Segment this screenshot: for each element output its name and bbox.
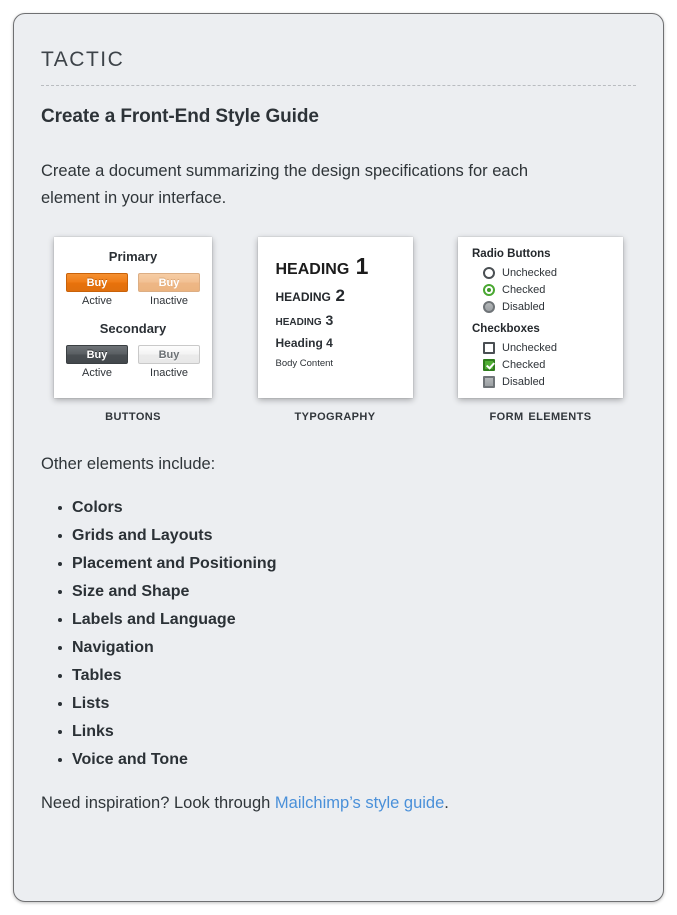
form-group-spacer: [472, 315, 623, 323]
radio-checked-icon[interactable]: [483, 283, 495, 296]
radio-row-checked[interactable]: Checked: [472, 281, 623, 298]
card-typography-wrapper: Heading 1 Heading 2 Heading 3 Heading 4 …: [257, 237, 413, 425]
button-group-spacer: [64, 307, 202, 321]
checkbox-row-unchecked[interactable]: Unchecked: [472, 339, 623, 356]
intro-paragraph: Create a document summarizing the design…: [41, 162, 528, 207]
type-sample-heading-4: Heading 4: [275, 336, 333, 351]
primary-group-title: Primary: [108, 249, 158, 265]
checkbox-row-disabled: Disabled: [472, 373, 623, 390]
eyebrow-title: Tactic: [41, 40, 125, 73]
radio-checked-label: Checked: [502, 283, 546, 296]
checkbox-disabled-label: Disabled: [502, 375, 545, 388]
mailchimp-style-guide-link[interactable]: Mailchimp’s style guide: [275, 794, 444, 812]
primary-active-cell: Buy Active: [66, 273, 128, 307]
secondary-active-buy-button[interactable]: Buy: [66, 345, 128, 365]
primary-active-state-label: Active: [82, 295, 112, 308]
page-title: Create a Front-End Style Guide: [41, 106, 319, 127]
checkbox-disabled-icon: [483, 375, 495, 388]
checkbox-checked-label: Checked: [502, 358, 546, 371]
radio-unchecked-icon[interactable]: [483, 266, 495, 279]
primary-inactive-cell: Buy Inactive: [138, 273, 200, 307]
list-item: Grids and Layouts: [58, 528, 636, 544]
checkbox-group-title: Checkboxes: [472, 323, 540, 336]
list-item: Links: [58, 724, 636, 740]
type-sample-heading-2: Heading 2: [275, 285, 346, 305]
card-caption-form-elements: Form Elements: [489, 407, 592, 425]
other-elements-list: Colors Grids and Layouts Placement and P…: [41, 500, 636, 768]
card-buttons: Primary Buy Active Buy Inactive Secondar…: [54, 237, 212, 399]
footer-note: Need inspiration? Look through Mailchimp…: [41, 794, 636, 813]
radio-unchecked-label: Unchecked: [502, 266, 558, 279]
card-form-wrapper: Radio Buttons Unchecked Checked Disabled: [458, 237, 623, 425]
list-item: Navigation: [58, 640, 636, 656]
secondary-button-row: Buy Active Buy Inactive: [64, 345, 202, 379]
checkbox-row-checked[interactable]: Checked: [472, 356, 623, 373]
primary-button-row: Buy Active Buy Inactive: [64, 273, 202, 307]
secondary-group-title: Secondary: [99, 321, 167, 337]
card-form-elements: Radio Buttons Unchecked Checked Disabled: [458, 237, 623, 399]
radio-group-title: Radio Buttons: [472, 248, 551, 261]
list-item: Colors: [58, 500, 636, 516]
card-caption-typography: Typography: [294, 407, 376, 425]
card-caption-buttons: Buttons: [105, 407, 161, 425]
radio-disabled-label: Disabled: [502, 300, 545, 313]
secondary-inactive-state-label: Inactive: [150, 367, 188, 380]
tactic-card: Tactic Create a Front-End Style Guide Cr…: [13, 13, 664, 902]
type-sample-heading-3: Heading 3: [275, 312, 334, 329]
radio-row-disabled: Disabled: [472, 298, 623, 315]
list-item: Size and Shape: [58, 584, 636, 600]
footer-suffix: .: [444, 794, 449, 813]
checkbox-checked-icon[interactable]: [483, 358, 495, 371]
primary-inactive-buy-button[interactable]: Buy: [138, 273, 200, 293]
type-sample-body: Body Content: [275, 358, 334, 370]
secondary-active-state-label: Active: [82, 367, 112, 380]
primary-inactive-state-label: Inactive: [150, 295, 188, 308]
example-cards-row: Primary Buy Active Buy Inactive Secondar…: [41, 237, 636, 425]
checkbox-unchecked-icon[interactable]: [483, 341, 495, 354]
footer-prefix: Need inspiration? Look through: [41, 794, 275, 813]
primary-active-buy-button[interactable]: Buy: [66, 273, 128, 293]
list-item: Placement and Positioning: [58, 556, 636, 572]
list-item: Labels and Language: [58, 612, 636, 628]
card-buttons-wrapper: Primary Buy Active Buy Inactive Secondar…: [54, 237, 212, 425]
list-item: Lists: [58, 696, 636, 712]
card-typography: Heading 1 Heading 2 Heading 3 Heading 4 …: [257, 237, 413, 399]
list-item: Tables: [58, 668, 636, 684]
secondary-active-cell: Buy Active: [66, 345, 128, 379]
secondary-inactive-cell: Buy Inactive: [138, 345, 200, 379]
radio-disabled-icon: [483, 300, 495, 313]
list-item: Voice and Tone: [58, 752, 636, 768]
secondary-inactive-buy-button[interactable]: Buy: [138, 345, 200, 365]
other-elements-label: Other elements include:: [41, 455, 216, 474]
header-divider: [41, 85, 636, 86]
checkbox-unchecked-label: Unchecked: [502, 341, 558, 354]
type-sample-heading-1: Heading 1: [275, 253, 369, 280]
radio-row-unchecked[interactable]: Unchecked: [472, 264, 623, 281]
